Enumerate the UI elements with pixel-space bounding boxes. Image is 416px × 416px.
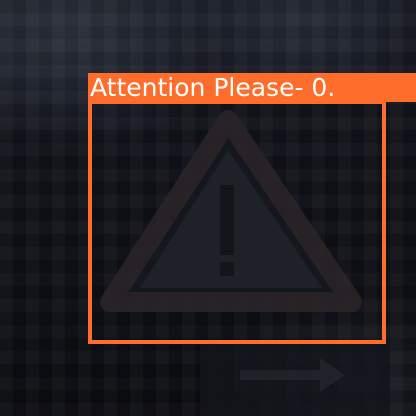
photo-scene: Attention Please- 0.	[0, 0, 416, 416]
detection-label: Attention Please- 0.	[88, 73, 416, 102]
detection-bounding-box	[88, 100, 386, 344]
